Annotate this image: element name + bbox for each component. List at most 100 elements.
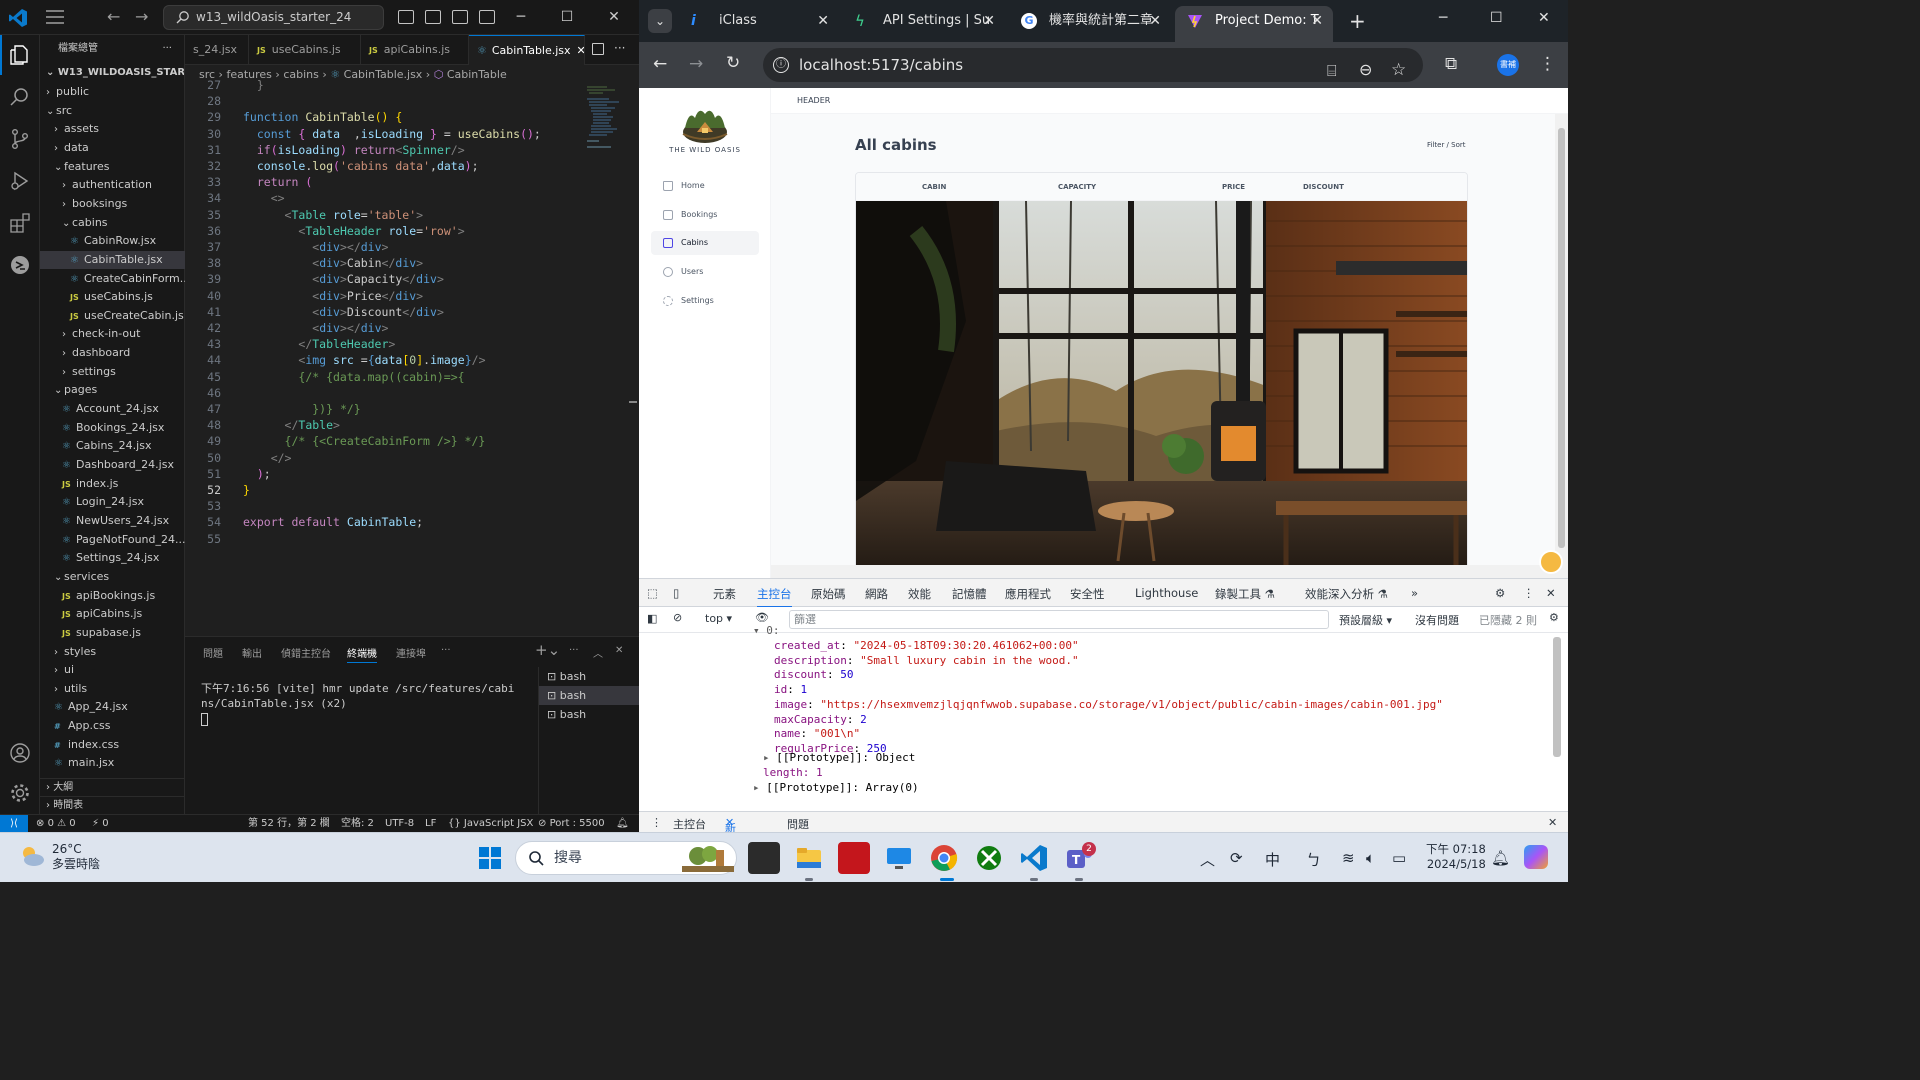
- terminal-output[interactable]: 下午7:16:56 [vite] hmr update /src/feature…: [201, 681, 514, 726]
- extensions-puzzle-icon[interactable]: ⧉: [1445, 54, 1457, 74]
- close-tab-icon[interactable]: ✕: [817, 6, 829, 36]
- browser-tab[interactable]: i iClass ✕: [679, 6, 839, 42]
- address-bar[interactable]: ⓘ localhost:5173/cabins ⌸ ⊖ ☆: [763, 48, 1423, 82]
- browser-tab[interactable]: ϟ API Settings | Su ✕: [843, 6, 1005, 42]
- browser-close-icon[interactable]: ✕: [1538, 10, 1550, 26]
- ime-indicator[interactable]: 中: [1265, 849, 1280, 870]
- back-arrow-icon[interactable]: ←: [107, 9, 120, 25]
- file-item[interactable]: ⚛ Account_24.jsx: [40, 400, 185, 419]
- file-item[interactable]: ⚛ Dashboard_24.jsx: [40, 456, 185, 475]
- onedrive-sync-icon[interactable]: ⟳: [1230, 849, 1243, 867]
- new-tab-icon[interactable]: +: [1349, 9, 1366, 33]
- console-output[interactable]: ▾ 0: created_at: "2024-05-18T09:30:20.46…: [639, 624, 1561, 808]
- device-toolbar-icon[interactable]: ▯: [673, 586, 679, 600]
- code-editor[interactable]: 27 28 29 30 31 32 33 34 35 36 37 38 39 40 41 42 43 44 45 46…: [185, 78, 639, 635]
- devtools-tab-console[interactable]: 主控台: [757, 586, 792, 608]
- scrollbar-thumb[interactable]: [1558, 128, 1565, 548]
- folder-item[interactable]: › authentication: [40, 176, 185, 195]
- app-icon-red[interactable]: [838, 842, 870, 874]
- file-item[interactable]: ⚛ Bookings_24.jsx: [40, 419, 185, 438]
- devtools-tab[interactable]: 元素: [713, 586, 736, 602]
- indentation[interactable]: 空格: 2: [341, 815, 374, 832]
- problems-status[interactable]: ⊗ 0 ⚠ 0: [36, 815, 76, 832]
- folder-item[interactable]: › public: [40, 83, 185, 102]
- filter-sort[interactable]: Filter / Sort: [1427, 141, 1466, 149]
- devtools-tab[interactable]: 效能深入分析 ⚗: [1305, 586, 1388, 602]
- forward-icon[interactable]: →: [689, 54, 703, 74]
- maximize-icon[interactable]: ☐: [544, 0, 590, 35]
- new-terminal-icon[interactable]: +⌄: [535, 641, 560, 659]
- weather-widget[interactable]: 26°C 多雲時陰: [52, 842, 100, 872]
- tab-problems[interactable]: 問題: [203, 645, 223, 660]
- close-tab-icon[interactable]: ✕: [1311, 6, 1323, 36]
- editor-more-icon[interactable]: ···: [614, 41, 625, 55]
- minimap[interactable]: [585, 85, 625, 185]
- task-view-icon[interactable]: [748, 842, 780, 874]
- run-debug-icon[interactable]: [0, 161, 40, 201]
- devtools-tab[interactable]: 效能: [908, 586, 931, 602]
- battery-icon[interactable]: ▭: [1392, 849, 1406, 867]
- more-tabs-icon[interactable]: »: [1411, 586, 1418, 600]
- breadcrumb-item[interactable]: CabinTable.jsx: [344, 68, 423, 81]
- profile-avatar[interactable]: 書補: [1497, 54, 1519, 76]
- more-actions-icon[interactable]: ···: [162, 35, 172, 63]
- notification-bell-icon[interactable]: 🔔︎: [1491, 849, 1510, 867]
- devtools-tab[interactable]: 記憶體: [952, 586, 987, 602]
- vscode-taskbar-icon[interactable]: [1018, 842, 1050, 874]
- explorer-icon[interactable]: [0, 35, 40, 75]
- page-vertical-scrollbar[interactable]: [1555, 114, 1568, 578]
- file-item[interactable]: ⚛ PageNotFound_24....: [40, 531, 185, 550]
- forward-arrow-icon[interactable]: →: [135, 9, 148, 25]
- tab-apicabins[interactable]: JS apiCabins.js: [361, 35, 469, 65]
- breadcrumb-item[interactable]: CabinTable: [447, 68, 507, 81]
- browser-minimize-icon[interactable]: ─: [1439, 10, 1447, 26]
- browser-menu-icon[interactable]: ⋮: [1539, 54, 1556, 74]
- clock[interactable]: 下午 07:18 2024/5/18: [1426, 842, 1486, 872]
- zoom-icon[interactable]: ⊖: [1359, 53, 1372, 87]
- tab-cabintable[interactable]: ⚛ CabinTable.jsx ✕: [469, 35, 585, 65]
- folder-item[interactable]: › utils: [40, 680, 185, 699]
- editor-scrollbar[interactable]: [629, 401, 637, 403]
- translate-icon[interactable]: ⌸: [1327, 54, 1337, 88]
- timeline-section[interactable]: › 時間表: [40, 796, 185, 814]
- drawer-tab-active[interactable]: 新功能 ✕: [725, 816, 736, 867]
- taskbar-search[interactable]: 搜尋: [515, 841, 737, 875]
- drawer-menu-icon[interactable]: ⋮: [651, 816, 662, 829]
- drawer-tab[interactable]: 主控台: [673, 816, 706, 832]
- browser-maximize-icon[interactable]: ☐: [1490, 10, 1503, 26]
- back-icon[interactable]: ←: [653, 54, 667, 74]
- close-tab-icon[interactable]: ✕: [1149, 6, 1161, 36]
- file-item[interactable]: JS apiBookings.js: [40, 587, 185, 606]
- close-tab-icon[interactable]: ✕: [983, 6, 995, 36]
- issues-count[interactable]: 沒有問題: [1415, 612, 1459, 628]
- reload-icon[interactable]: ↻: [726, 53, 740, 73]
- toggle-secondary-sidebar-icon[interactable]: [452, 10, 468, 24]
- wifi-icon[interactable]: ≋: [1342, 849, 1355, 867]
- remote-indicator-icon[interactable]: ⟩⟨: [0, 815, 28, 833]
- account-icon[interactable]: [0, 733, 40, 773]
- folder-item[interactable]: › booksings: [40, 195, 185, 214]
- close-panel-icon[interactable]: ✕: [615, 645, 623, 656]
- file-item[interactable]: ⚛ CabinRow.jsx: [40, 232, 185, 251]
- clear-console-icon[interactable]: ⊘: [673, 611, 682, 624]
- tab-ports[interactable]: 連接埠: [396, 645, 426, 660]
- cursor-position[interactable]: 第 52 行，第 2 欄: [248, 815, 330, 832]
- folder-item[interactable]: › assets: [40, 120, 185, 139]
- devtools-tab[interactable]: 應用程式: [1005, 586, 1051, 602]
- menu-icon[interactable]: [46, 10, 64, 24]
- nav-settings[interactable]: Settings: [651, 289, 759, 313]
- terminal-tab[interactable]: ⊡ bash: [539, 667, 639, 686]
- folder-item[interactable]: ⌄ services: [40, 568, 185, 587]
- devtools-tab[interactable]: 原始碼: [811, 586, 846, 602]
- nav-bookings[interactable]: Bookings: [651, 203, 759, 227]
- remote-explorer-icon[interactable]: [0, 245, 40, 285]
- nav-cabins[interactable]: Cabins: [651, 231, 759, 255]
- xbox-icon[interactable]: [973, 842, 1005, 874]
- toggle-panel-icon[interactable]: [425, 10, 441, 24]
- file-explorer-icon[interactable]: [793, 842, 825, 874]
- file-item[interactable]: # index.css: [40, 736, 185, 755]
- console-settings-icon[interactable]: ⚙: [1549, 611, 1559, 624]
- file-item[interactable]: ⚛ Cabins_24.jsx: [40, 437, 185, 456]
- extensions-icon[interactable]: [0, 203, 40, 243]
- drawer-close-icon[interactable]: ✕: [1548, 816, 1557, 829]
